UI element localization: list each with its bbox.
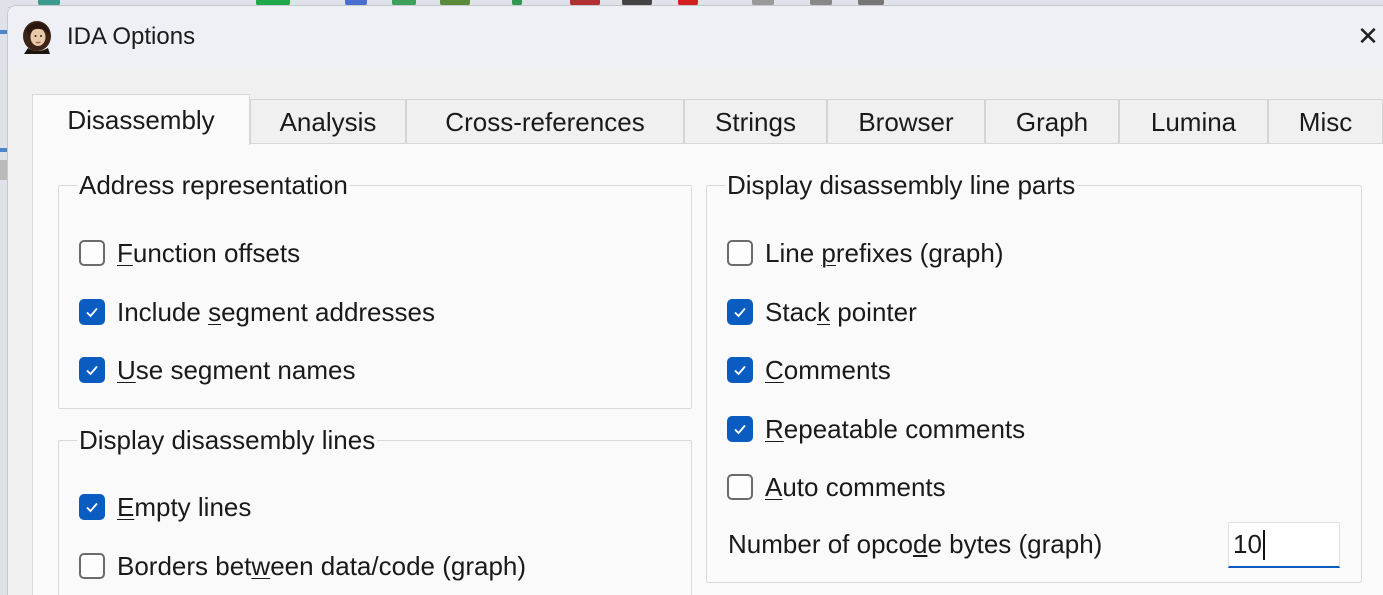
line-prefixes-option[interactable]: Line prefixes (graph) xyxy=(727,236,1003,270)
tab-misc[interactable]: Misc xyxy=(1268,99,1383,144)
check-icon xyxy=(734,307,746,318)
tab-strings[interactable]: Strings xyxy=(684,99,827,144)
borders-between-data-code-option[interactable]: Borders between data/code (graph) xyxy=(79,549,526,583)
check-icon xyxy=(734,424,746,435)
tab-browser[interactable]: Browser xyxy=(827,99,985,144)
function-offsets-label: Function offsets xyxy=(117,237,301,268)
check-icon xyxy=(734,365,746,376)
opcode-bytes-input[interactable]: 10 xyxy=(1228,522,1340,568)
use-segment-names-checkbox[interactable] xyxy=(79,357,105,383)
close-icon[interactable]: ✕ xyxy=(1353,6,1383,68)
tab-bar: Disassembly Analysis Cross-references St… xyxy=(32,94,1383,145)
tab-lumina[interactable]: Lumina xyxy=(1119,99,1268,144)
tab-analysis[interactable]: Analysis xyxy=(250,99,406,144)
comments-option[interactable]: Comments xyxy=(727,353,891,387)
display-disassembly-line-parts-title: Display disassembly line parts xyxy=(725,170,1078,201)
check-icon xyxy=(86,502,98,513)
auto-comments-option[interactable]: Auto comments xyxy=(727,470,946,504)
line-prefixes-label: Line prefixes (graph) xyxy=(765,237,1004,268)
borders-between-data-code-label: Borders between data/code (graph) xyxy=(117,550,527,581)
disassembly-tab-panel: Address representation Function offsets … xyxy=(32,143,1383,595)
repeatable-comments-checkbox[interactable] xyxy=(727,416,753,442)
auto-comments-checkbox[interactable] xyxy=(727,474,753,500)
stack-pointer-option[interactable]: Stack pointer xyxy=(727,295,917,329)
empty-lines-checkbox[interactable] xyxy=(79,494,105,520)
stack-pointer-checkbox[interactable] xyxy=(727,299,753,325)
include-segment-addresses-option[interactable]: Include segment addresses xyxy=(79,295,435,329)
check-icon xyxy=(86,307,98,318)
opcode-bytes-label: Number of opcode bytes (graph) xyxy=(728,529,1103,559)
repeatable-comments-label: Repeatable comments xyxy=(765,413,1026,444)
opcode-bytes-value: 10 xyxy=(1233,529,1262,559)
portrait-icon xyxy=(20,20,54,54)
background-left-strip xyxy=(0,0,8,595)
auto-comments-label: Auto comments xyxy=(765,471,946,502)
tab-disassembly[interactable]: Disassembly xyxy=(32,94,250,145)
tab-graph[interactable]: Graph xyxy=(985,99,1119,144)
function-offsets-checkbox[interactable] xyxy=(79,240,105,266)
borders-between-data-code-checkbox[interactable] xyxy=(79,553,105,579)
window-title: IDA Options xyxy=(67,23,196,50)
use-segment-names-option[interactable]: Use segment names xyxy=(79,353,355,387)
function-offsets-option[interactable]: Function offsets xyxy=(79,236,300,270)
empty-lines-label: Empty lines xyxy=(117,491,252,522)
include-segment-addresses-checkbox[interactable] xyxy=(79,299,105,325)
check-icon xyxy=(86,365,98,376)
comments-label: Comments xyxy=(765,354,891,385)
include-segment-addresses-label: Include segment addresses xyxy=(117,296,435,327)
line-prefixes-checkbox[interactable] xyxy=(727,240,753,266)
comments-checkbox[interactable] xyxy=(727,357,753,383)
title-bar: IDA Options ✕ xyxy=(8,6,1383,68)
display-disassembly-lines-title: Display disassembly lines xyxy=(77,425,378,456)
tab-cross-references[interactable]: Cross-references xyxy=(406,99,684,144)
ida-options-dialog: IDA Options ✕ Disassembly Analysis Cross… xyxy=(8,6,1383,595)
repeatable-comments-option[interactable]: Repeatable comments xyxy=(727,412,1025,446)
stack-pointer-label: Stack pointer xyxy=(765,296,917,327)
use-segment-names-label: Use segment names xyxy=(117,354,356,385)
address-representation-title: Address representation xyxy=(77,170,350,201)
empty-lines-option[interactable]: Empty lines xyxy=(79,490,251,524)
text-caret xyxy=(1262,529,1265,560)
